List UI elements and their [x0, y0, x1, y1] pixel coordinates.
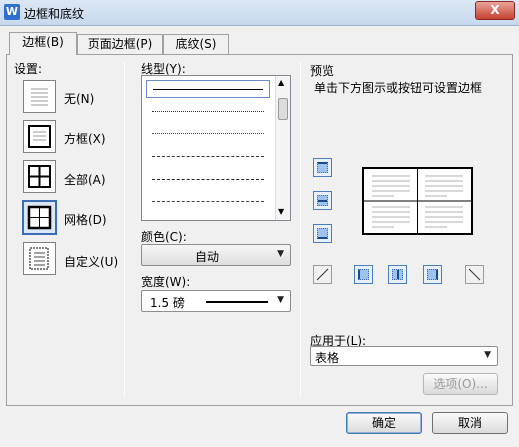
- inside-horizontal-border-button[interactable]: [313, 191, 332, 210]
- left-border-button[interactable]: [354, 265, 373, 284]
- color-select[interactable]: 自动 ▼: [141, 244, 291, 266]
- preview-table[interactable]: [362, 167, 473, 235]
- line-style-scrollbar[interactable]: ▲ ▼: [275, 76, 290, 220]
- diagonal-up-border-button[interactable]: [313, 265, 332, 284]
- preview-hint: 单击下方图示或按钮可设置边框: [314, 81, 483, 95]
- preview-heading: 预览: [310, 64, 335, 78]
- width-value: 1.5 磅: [150, 296, 185, 310]
- custom-border-icon[interactable]: [23, 242, 56, 275]
- scroll-thumb[interactable]: [278, 98, 288, 120]
- chevron-down-icon: ▼: [277, 249, 284, 259]
- line-style-dotted[interactable]: [146, 103, 270, 121]
- setting-grid-label[interactable]: 网格(D): [64, 211, 107, 228]
- scroll-down-icon[interactable]: ▼: [278, 207, 284, 216]
- settings-divider: [124, 62, 125, 396]
- tab-page-borders[interactable]: 页面边框(P): [77, 34, 163, 54]
- scroll-up-icon[interactable]: ▲: [278, 78, 284, 87]
- chevron-down-icon: ▼: [277, 295, 284, 305]
- diagonal-up-icon: [316, 268, 329, 281]
- setting-box-label[interactable]: 方框(X): [64, 130, 106, 147]
- ok-button[interactable]: 确定: [346, 412, 422, 434]
- apply-to-value: 表格: [315, 351, 340, 365]
- settings-heading: 设置:: [14, 62, 43, 76]
- setting-custom-label[interactable]: 自定义(U): [64, 253, 118, 270]
- line-style-dash-dot-dot[interactable]: [146, 193, 270, 211]
- setting-none-label[interactable]: 无(N): [64, 90, 94, 107]
- diagonal-down-border-button[interactable]: [465, 265, 484, 284]
- right-border-button[interactable]: [423, 265, 442, 284]
- options-button[interactable]: 选项(O)...: [423, 373, 498, 395]
- width-label: 宽度(W):: [141, 275, 191, 289]
- preview-divider: [300, 62, 301, 396]
- color-value: 自动: [194, 250, 219, 264]
- grid-border-icon[interactable]: [22, 200, 57, 235]
- line-style-dotted-fine[interactable]: [146, 125, 270, 143]
- top-border-button[interactable]: [313, 158, 332, 177]
- box-border-icon[interactable]: [23, 120, 56, 153]
- tab-borders[interactable]: 边框(B): [9, 32, 77, 55]
- setting-all-label[interactable]: 全部(A): [64, 171, 106, 188]
- window-title: 边框和底纹: [24, 7, 85, 21]
- all-border-icon[interactable]: [23, 160, 56, 193]
- width-sample-line: [206, 301, 268, 303]
- chevron-down-icon: ▼: [484, 350, 491, 360]
- title-bar: W 边框和底纹 X: [0, 0, 519, 26]
- color-label: 颜色(C):: [141, 230, 187, 244]
- diagonal-down-icon: [468, 268, 481, 281]
- line-style-dash-dot[interactable]: [146, 171, 270, 189]
- bottom-border-button[interactable]: [313, 224, 332, 243]
- width-select[interactable]: 1.5 磅 ▼: [141, 290, 291, 312]
- close-button[interactable]: X: [475, 1, 515, 20]
- inside-vertical-border-button[interactable]: [388, 265, 407, 284]
- apply-to-select[interactable]: 表格 ▼: [310, 346, 498, 366]
- cancel-button[interactable]: 取消: [432, 412, 508, 434]
- line-style-list[interactable]: ▲ ▼: [141, 75, 291, 221]
- line-style-dashed[interactable]: [146, 148, 270, 166]
- tab-shading[interactable]: 底纹(S): [163, 34, 229, 54]
- none-border-icon[interactable]: [23, 80, 56, 113]
- line-style-solid[interactable]: [146, 80, 270, 98]
- wps-writer-icon: W: [4, 4, 20, 20]
